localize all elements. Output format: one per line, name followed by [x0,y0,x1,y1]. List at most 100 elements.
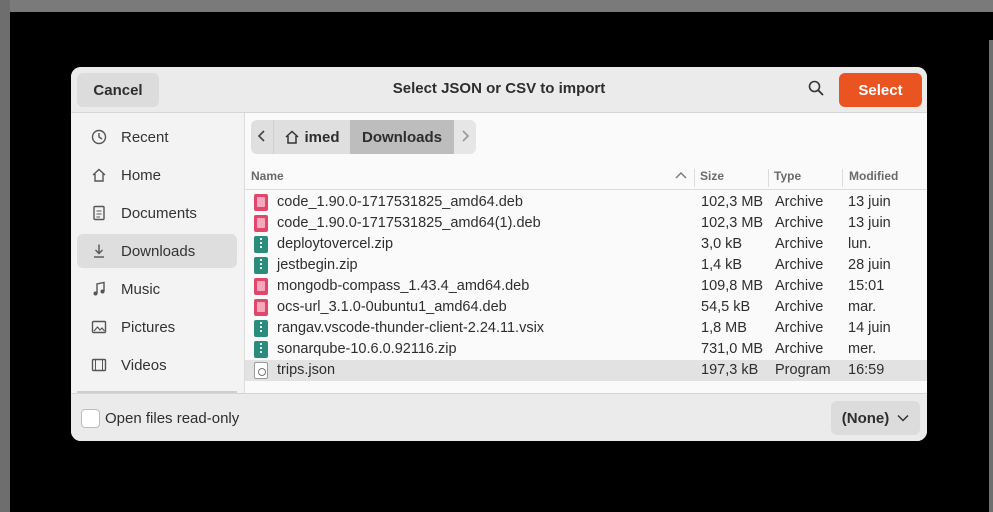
file-name: code_1.90.0-1717531825_amd64(1).deb [277,215,541,231]
sidebar-item-music[interactable]: Music [77,272,237,306]
file-name: deploytovercel.zip [277,236,394,252]
file-size: 731,0 MB [701,341,764,357]
sidebar-item-recent[interactable]: Recent [77,120,237,154]
zip-archive-icon [254,341,268,358]
deb-package-icon [254,194,268,211]
file-type: Archive [775,257,824,273]
file-type: Archive [775,194,824,210]
file-modified: mer. [848,341,877,357]
file-modified: mar. [848,299,877,315]
home-icon [284,129,300,145]
column-separator [694,169,695,187]
dialog-header: Cancel Select JSON or CSV to import Sele… [71,67,927,113]
readonly-label: Open files read-only [105,410,240,427]
file-modified: lun. [848,236,872,252]
chevron-down-icon [897,414,909,422]
select-button[interactable]: Select [839,73,922,107]
zip-archive-icon [254,257,268,274]
deb-package-icon [254,215,268,232]
sidebar-item-home[interactable]: Home [77,158,237,192]
sidebar-item-label: Recent [121,128,169,146]
column-size[interactable]: Size [700,169,724,183]
column-header: Name Size Type Modified [245,164,927,190]
file-row[interactable]: ocs-url_3.1.0-0ubuntu1_amd64.deb 54,5 kB… [245,297,927,318]
sidebar-item-label: Pictures [121,318,176,336]
file-name: rangav.vscode-thunder-client-2.24.11.vsi… [277,320,545,336]
file-row[interactable]: code_1.90.0-1717531825_amd64(1).deb 102,… [245,213,927,234]
json-file-icon [254,362,268,379]
sidebar-item-label: Downloads [121,242,196,260]
path-forward-button[interactable] [454,120,476,154]
file-row[interactable]: deploytovercel.zip 3,0 kB Archive lun. [245,234,927,255]
file-modified: 13 juin [848,215,891,231]
file-size: 54,5 kB [701,299,751,315]
file-row[interactable]: rangav.vscode-thunder-client-2.24.11.vsi… [245,318,927,339]
chevron-right-icon [460,129,470,146]
video-icon [89,355,109,375]
document-icon [89,203,109,223]
column-modified[interactable]: Modified [849,169,898,183]
file-name: mongodb-compass_1.43.4_amd64.deb [277,278,530,294]
file-modified: 14 juin [848,320,891,336]
file-size: 102,3 MB [701,215,764,231]
sort-ascending-icon [675,169,687,183]
zip-archive-icon [254,320,268,337]
dialog-title: Select JSON or CSV to import [392,80,606,97]
file-type: Archive [775,341,824,357]
file-name: ocs-url_3.1.0-0ubuntu1_amd64.deb [277,299,507,315]
file-type: Archive [775,299,824,315]
file-size: 102,3 MB [701,194,764,210]
picture-icon [89,317,109,337]
file-filter-dropdown[interactable]: (None) [831,401,920,435]
column-type[interactable]: Type [774,169,801,183]
sidebar-item-downloads[interactable]: Downloads [77,234,237,268]
sidebar-item-label: Videos [121,356,167,374]
path-home-button[interactable]: imed [273,120,350,154]
background-window-edge-right [989,40,993,512]
file-modified: 15:01 [848,278,885,294]
chevron-left-icon [257,129,267,146]
file-row[interactable]: mongodb-compass_1.43.4_amd64.deb 109,8 M… [245,276,927,297]
download-icon [89,241,109,261]
sidebar-item-documents[interactable]: Documents [77,196,237,230]
file-type: Archive [775,236,824,252]
search-icon [808,80,824,101]
readonly-checkbox[interactable] [81,409,100,428]
file-modified: 13 juin [848,194,891,210]
search-button[interactable] [801,75,831,105]
clock-icon [89,127,109,147]
background-window-edge [0,0,10,512]
sidebar-item-videos[interactable]: Videos [77,348,237,382]
file-row[interactable]: code_1.90.0-1717531825_amd64.deb 102,3 M… [245,192,927,213]
file-size: 197,3 kB [701,362,759,378]
file-name: sonarqube-10.6.0.92116.zip [277,341,457,357]
file-chooser-dialog: Cancel Select JSON or CSV to import Sele… [71,67,927,441]
file-size: 1,4 kB [701,257,743,273]
file-row[interactable]: jestbegin.zip 1,4 kB Archive 28 juin [245,255,927,276]
file-type: Archive [775,278,824,294]
path-bar: imed Downloads [251,120,476,154]
file-name: code_1.90.0-1717531825_amd64.deb [277,194,523,210]
sidebar-item-pictures[interactable]: Pictures [77,310,237,344]
file-type: Archive [775,320,824,336]
column-name[interactable]: Name [251,169,284,183]
deb-package-icon [254,278,268,295]
path-current-button[interactable]: Downloads [350,120,454,154]
file-list: Name Size Type Modified code_1.90.0-1717… [245,164,927,393]
path-back-button[interactable] [251,120,273,154]
file-type: Program [775,362,831,378]
file-type: Archive [775,215,824,231]
file-size: 3,0 kB [701,236,743,252]
music-icon [89,279,109,299]
sidebar-item-label: Home [121,166,162,184]
home-icon [89,165,109,185]
dialog-footer: Open files read-only (None) [71,393,927,441]
file-name: jestbegin.zip [277,257,358,273]
file-size: 1,8 MB [701,320,747,336]
zip-archive-icon [254,236,268,253]
file-size: 109,8 MB [701,278,764,294]
file-modified: 28 juin [848,257,891,273]
file-modified: 16:59 [848,362,885,378]
file-row-selected[interactable]: trips.json 197,3 kB Program 16:59 [245,360,927,381]
file-row[interactable]: sonarqube-10.6.0.92116.zip 731,0 MB Arch… [245,339,927,360]
